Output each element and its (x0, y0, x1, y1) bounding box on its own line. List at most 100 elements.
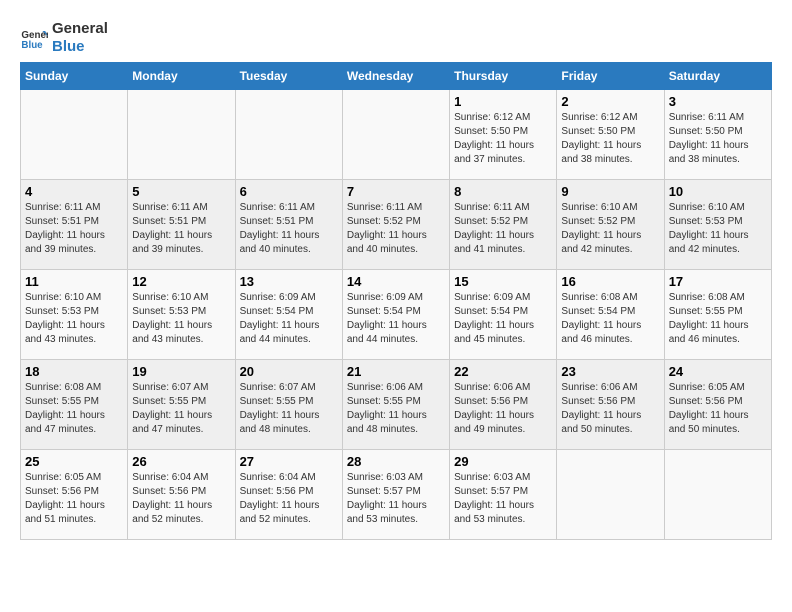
day-number: 10 (669, 184, 767, 199)
day-info: Sunrise: 6:04 AMSunset: 5:56 PMDaylight:… (240, 471, 338, 527)
day-info: Sunrise: 6:07 AMSunset: 5:55 PMDaylight:… (240, 381, 338, 437)
day-number: 11 (25, 274, 123, 289)
calendar-cell: 17 Sunrise: 6:08 AMSunset: 5:55 PMDayligh… (664, 270, 771, 360)
day-number: 6 (240, 184, 338, 199)
day-number: 24 (669, 364, 767, 379)
day-number: 9 (561, 184, 659, 199)
calendar-week-row: 1 Sunrise: 6:12 AMSunset: 5:50 PMDaylight… (21, 90, 772, 180)
day-info: Sunrise: 6:11 AMSunset: 5:52 PMDaylight:… (347, 201, 445, 257)
calendar-cell: 6 Sunrise: 6:11 AMSunset: 5:51 PMDaylight… (235, 180, 342, 270)
calendar-cell: 14 Sunrise: 6:09 AMSunset: 5:54 PMDayligh… (342, 270, 449, 360)
calendar-cell: 7 Sunrise: 6:11 AMSunset: 5:52 PMDaylight… (342, 180, 449, 270)
column-header-thursday: Thursday (450, 63, 557, 90)
calendar-cell (664, 450, 771, 540)
calendar-cell: 21 Sunrise: 6:06 AMSunset: 5:55 PMDayligh… (342, 360, 449, 450)
day-number: 25 (25, 454, 123, 469)
day-info: Sunrise: 6:11 AMSunset: 5:51 PMDaylight:… (132, 201, 230, 257)
day-info: Sunrise: 6:09 AMSunset: 5:54 PMDaylight:… (454, 291, 552, 347)
day-number: 28 (347, 454, 445, 469)
day-number: 23 (561, 364, 659, 379)
day-info: Sunrise: 6:11 AMSunset: 5:50 PMDaylight:… (669, 111, 767, 167)
day-number: 13 (240, 274, 338, 289)
column-header-monday: Monday (128, 63, 235, 90)
logo-blue: Blue (52, 38, 108, 56)
calendar-cell: 26 Sunrise: 6:04 AMSunset: 5:56 PMDayligh… (128, 450, 235, 540)
day-number: 18 (25, 364, 123, 379)
calendar-cell (128, 90, 235, 180)
day-number: 20 (240, 364, 338, 379)
calendar-cell: 20 Sunrise: 6:07 AMSunset: 5:55 PMDayligh… (235, 360, 342, 450)
day-info: Sunrise: 6:06 AMSunset: 5:56 PMDaylight:… (561, 381, 659, 437)
svg-text:Blue: Blue (21, 40, 43, 51)
day-info: Sunrise: 6:11 AMSunset: 5:51 PMDaylight:… (240, 201, 338, 257)
calendar-table: SundayMondayTuesdayWednesdayThursdayFrid… (20, 62, 772, 540)
day-number: 8 (454, 184, 552, 199)
day-number: 15 (454, 274, 552, 289)
day-info: Sunrise: 6:10 AMSunset: 5:52 PMDaylight:… (561, 201, 659, 257)
column-header-wednesday: Wednesday (342, 63, 449, 90)
calendar-week-row: 18 Sunrise: 6:08 AMSunset: 5:55 PMDayligh… (21, 360, 772, 450)
day-number: 26 (132, 454, 230, 469)
column-header-saturday: Saturday (664, 63, 771, 90)
column-header-sunday: Sunday (21, 63, 128, 90)
day-number: 22 (454, 364, 552, 379)
day-info: Sunrise: 6:06 AMSunset: 5:55 PMDaylight:… (347, 381, 445, 437)
calendar-cell: 16 Sunrise: 6:08 AMSunset: 5:54 PMDayligh… (557, 270, 664, 360)
calendar-cell: 23 Sunrise: 6:06 AMSunset: 5:56 PMDayligh… (557, 360, 664, 450)
day-number: 4 (25, 184, 123, 199)
calendar-cell (21, 90, 128, 180)
calendar-cell: 12 Sunrise: 6:10 AMSunset: 5:53 PMDayligh… (128, 270, 235, 360)
column-header-friday: Friday (557, 63, 664, 90)
day-info: Sunrise: 6:08 AMSunset: 5:55 PMDaylight:… (25, 381, 123, 437)
logo: General Blue General Blue (20, 20, 108, 56)
day-info: Sunrise: 6:10 AMSunset: 5:53 PMDaylight:… (25, 291, 123, 347)
calendar-cell: 15 Sunrise: 6:09 AMSunset: 5:54 PMDayligh… (450, 270, 557, 360)
day-info: Sunrise: 6:04 AMSunset: 5:56 PMDaylight:… (132, 471, 230, 527)
day-info: Sunrise: 6:09 AMSunset: 5:54 PMDaylight:… (240, 291, 338, 347)
day-number: 17 (669, 274, 767, 289)
calendar-cell (235, 90, 342, 180)
day-number: 29 (454, 454, 552, 469)
calendar-cell: 19Sunrise: 6:07 AMSunset: 5:55 PMDayligh… (128, 360, 235, 450)
calendar-cell: 22Sunrise: 6:06 AMSunset: 5:56 PMDayligh… (450, 360, 557, 450)
day-info: Sunrise: 6:08 AMSunset: 5:54 PMDaylight:… (561, 291, 659, 347)
day-number: 3 (669, 94, 767, 109)
day-info: Sunrise: 6:12 AMSunset: 5:50 PMDaylight:… (561, 111, 659, 167)
calendar-cell: 13 Sunrise: 6:09 AMSunset: 5:54 PMDayligh… (235, 270, 342, 360)
calendar-week-row: 11 Sunrise: 6:10 AMSunset: 5:53 PMDayligh… (21, 270, 772, 360)
day-number: 2 (561, 94, 659, 109)
day-number: 21 (347, 364, 445, 379)
calendar-cell: 9 Sunrise: 6:10 AMSunset: 5:52 PMDaylight… (557, 180, 664, 270)
day-number: 16 (561, 274, 659, 289)
calendar-week-row: 25Sunrise: 6:05 AMSunset: 5:56 PMDayligh… (21, 450, 772, 540)
calendar-week-row: 4 Sunrise: 6:11 AMSunset: 5:51 PMDaylight… (21, 180, 772, 270)
day-info: Sunrise: 6:03 AMSunset: 5:57 PMDaylight:… (347, 471, 445, 527)
column-header-tuesday: Tuesday (235, 63, 342, 90)
logo-icon: General Blue (20, 24, 48, 52)
calendar-cell: 10 Sunrise: 6:10 AMSunset: 5:53 PMDayligh… (664, 180, 771, 270)
day-number: 7 (347, 184, 445, 199)
day-number: 27 (240, 454, 338, 469)
calendar-cell: 4Sunrise: 6:11 AMSunset: 5:51 PMDaylight… (21, 180, 128, 270)
calendar-cell: 25Sunrise: 6:05 AMSunset: 5:56 PMDayligh… (21, 450, 128, 540)
logo-general: General (52, 20, 108, 38)
day-info: Sunrise: 6:10 AMSunset: 5:53 PMDaylight:… (669, 201, 767, 257)
day-info: Sunrise: 6:10 AMSunset: 5:53 PMDaylight:… (132, 291, 230, 347)
day-info: Sunrise: 6:08 AMSunset: 5:55 PMDaylight:… (669, 291, 767, 347)
day-number: 12 (132, 274, 230, 289)
day-number: 5 (132, 184, 230, 199)
calendar-cell: 2 Sunrise: 6:12 AMSunset: 5:50 PMDaylight… (557, 90, 664, 180)
day-number: 1 (454, 94, 552, 109)
calendar-cell: 1 Sunrise: 6:12 AMSunset: 5:50 PMDaylight… (450, 90, 557, 180)
calendar-cell: 29Sunrise: 6:03 AMSunset: 5:57 PMDayligh… (450, 450, 557, 540)
page-header: General Blue General Blue (20, 20, 772, 56)
day-info: Sunrise: 6:09 AMSunset: 5:54 PMDaylight:… (347, 291, 445, 347)
calendar-cell: 18 Sunrise: 6:08 AMSunset: 5:55 PMDayligh… (21, 360, 128, 450)
day-number: 14 (347, 274, 445, 289)
day-info: Sunrise: 6:12 AMSunset: 5:50 PMDaylight:… (454, 111, 552, 167)
calendar-cell: 27 Sunrise: 6:04 AMSunset: 5:56 PMDayligh… (235, 450, 342, 540)
calendar-cell: 11 Sunrise: 6:10 AMSunset: 5:53 PMDayligh… (21, 270, 128, 360)
calendar-cell: 3 Sunrise: 6:11 AMSunset: 5:50 PMDaylight… (664, 90, 771, 180)
calendar-cell: 8Sunrise: 6:11 AMSunset: 5:52 PMDaylight… (450, 180, 557, 270)
calendar-cell: 24Sunrise: 6:05 AMSunset: 5:56 PMDayligh… (664, 360, 771, 450)
